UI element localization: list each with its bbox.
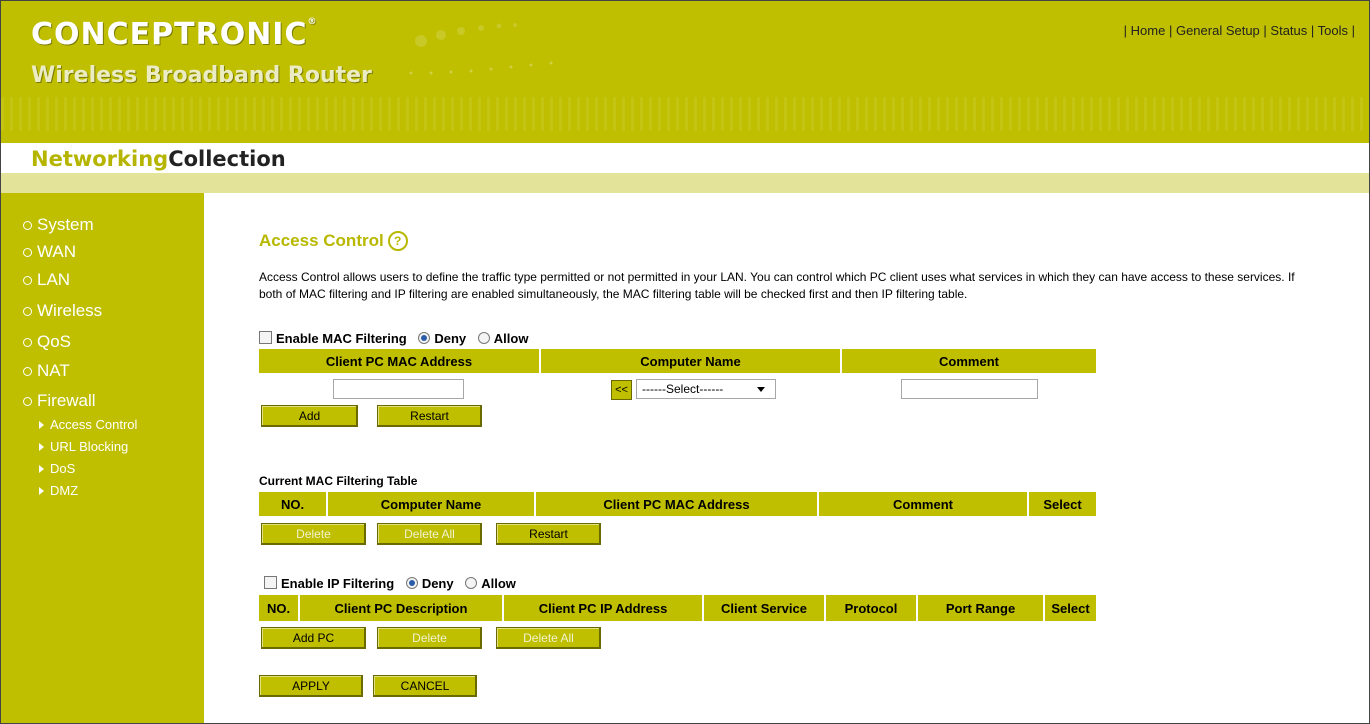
bullet-icon — [23, 275, 32, 285]
computer-name-select[interactable]: ------Select------ — [636, 379, 776, 399]
ip-allow-radio[interactable] — [465, 577, 478, 589]
nav-general-setup-link[interactable]: General Setup — [1176, 23, 1260, 38]
mac-header-computer-name: Computer Name — [541, 349, 840, 373]
sidebar-subitem-url-blocking[interactable]: URL Blocking — [39, 439, 128, 454]
arrow-right-icon — [39, 486, 44, 495]
enable-ip-filtering-checkbox[interactable] — [264, 576, 277, 589]
help-icon[interactable]: ? — [387, 231, 408, 251]
router-page: CONCEPTRONIC® Wireless Broadband Router … — [0, 0, 1370, 724]
sidebar-item-firewall[interactable]: Firewall — [23, 391, 96, 411]
page-description: Access Control allows users to define th… — [259, 270, 1295, 301]
bullet-icon — [23, 366, 32, 376]
mac-table-header-computer-name: Computer Name — [328, 492, 534, 516]
ip-header-no: NO. — [259, 595, 298, 621]
sidebar-item-system[interactable]: System — [23, 215, 94, 235]
arrow-right-icon — [39, 464, 44, 473]
arrow-right-icon — [39, 420, 44, 429]
copy-computer-button[interactable]: << — [611, 380, 632, 400]
ip-header-port-range: Port Range — [918, 595, 1043, 621]
top-navigation: | Home | General Setup | Status | Tools … — [1123, 23, 1355, 38]
delete-ip-button[interactable]: Delete — [377, 627, 482, 649]
collection-logo: NetworkingCollection — [31, 147, 286, 171]
mac-table-header-address: Client PC MAC Address — [536, 492, 817, 516]
ip-header-service: Client Service — [704, 595, 824, 621]
brand-logo: CONCEPTRONIC® — [31, 17, 318, 52]
restart-table-button[interactable]: Restart — [496, 523, 601, 545]
ip-header-select: Select — [1045, 595, 1096, 621]
sidebar-subitem-dos[interactable]: DoS — [39, 461, 75, 476]
divider-bar — [1, 173, 1369, 193]
arrow-right-icon — [39, 442, 44, 451]
ip-header-protocol: Protocol — [826, 595, 916, 621]
delete-all-ip-button[interactable]: Delete All — [496, 627, 601, 649]
sidebar: System WAN LAN Wireless QoS NAT Firewall… — [1, 193, 204, 723]
bullet-icon — [23, 247, 32, 257]
ip-deny-radio[interactable] — [405, 577, 418, 589]
add-button[interactable]: Add — [261, 405, 358, 427]
page-title: Access Control? — [259, 231, 408, 251]
sidebar-subitem-dmz[interactable]: DMZ — [39, 483, 78, 498]
add-pc-button[interactable]: Add PC — [261, 627, 366, 649]
main-content: Access Control? Access Control allows us… — [204, 193, 1369, 723]
mac-table-header-no: NO. — [259, 492, 326, 516]
bullet-icon — [23, 396, 32, 406]
nav-tools-link[interactable]: Tools — [1318, 23, 1348, 38]
sidebar-item-lan[interactable]: LAN — [23, 270, 70, 290]
collection-bar: NetworkingCollection — [1, 143, 1369, 173]
apply-button[interactable]: APPLY — [259, 675, 363, 697]
ip-header-description: Client PC Description — [300, 595, 502, 621]
restart-mac-button[interactable]: Restart — [377, 405, 482, 427]
ip-filter-options: Enable IP Filtering Deny Allow — [264, 576, 516, 591]
mac-table-header-select: Select — [1029, 492, 1096, 516]
banner-decoration — [409, 23, 553, 75]
chevron-down-icon — [757, 387, 765, 392]
nav-status-link[interactable]: Status — [1270, 23, 1307, 38]
delete-all-mac-button[interactable]: Delete All — [377, 523, 482, 545]
mac-table-title: Current MAC Filtering Table — [259, 474, 418, 488]
product-subtitle: Wireless Broadband Router — [31, 63, 372, 88]
sidebar-item-wan[interactable]: WAN — [23, 242, 76, 262]
mac-header-comment: Comment — [842, 349, 1096, 373]
bullet-icon — [23, 220, 32, 230]
mac-filter-options: Enable MAC Filtering Deny Allow — [259, 331, 528, 346]
bullet-icon — [23, 306, 32, 316]
mac-deny-radio[interactable] — [418, 332, 431, 344]
banner-stripe — [1, 97, 1369, 131]
enable-mac-filtering-checkbox[interactable] — [259, 331, 272, 344]
mac-comment-input[interactable] — [901, 379, 1038, 399]
sidebar-item-nat[interactable]: NAT — [23, 361, 70, 381]
sidebar-item-wireless[interactable]: Wireless — [23, 301, 102, 321]
ip-header-ip-address: Client PC IP Address — [504, 595, 702, 621]
bullet-icon — [23, 337, 32, 347]
mac-address-input[interactable] — [333, 379, 464, 399]
mac-allow-radio[interactable] — [477, 332, 490, 344]
mac-table-header-comment: Comment — [819, 492, 1027, 516]
header-banner: CONCEPTRONIC® Wireless Broadband Router … — [1, 1, 1369, 143]
sidebar-item-qos[interactable]: QoS — [23, 332, 71, 352]
delete-mac-button[interactable]: Delete — [261, 523, 366, 545]
nav-home-link[interactable]: Home — [1131, 23, 1166, 38]
sidebar-subitem-access-control[interactable]: Access Control — [39, 417, 137, 432]
mac-header-address: Client PC MAC Address — [259, 349, 539, 373]
cancel-button[interactable]: CANCEL — [373, 675, 477, 697]
